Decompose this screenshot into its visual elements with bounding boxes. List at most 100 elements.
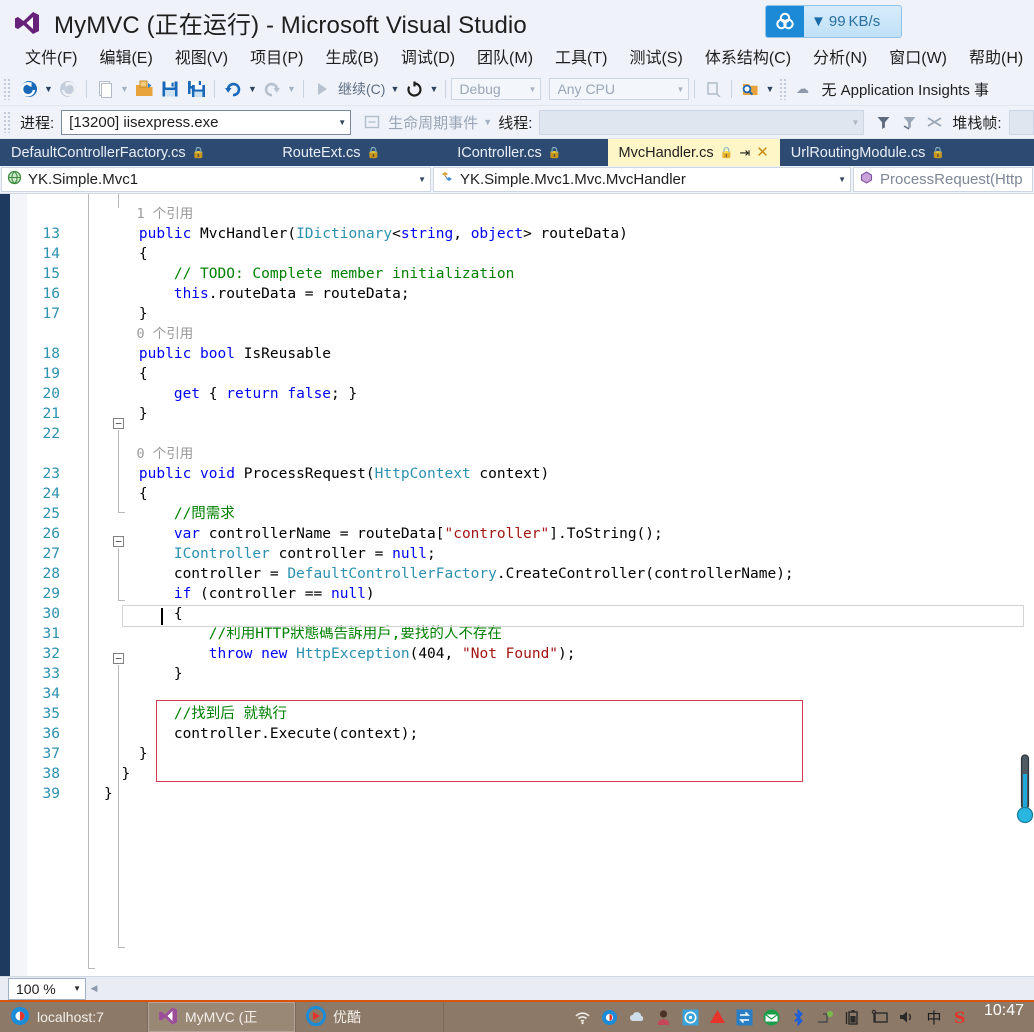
start-debug-icon[interactable] <box>309 77 335 101</box>
code-line[interactable]: 25 //問需求 <box>27 504 1034 524</box>
code-line[interactable]: 28 controller = DefaultControllerFactory… <box>27 564 1034 584</box>
code-line[interactable]: 37 } <box>27 744 1034 764</box>
horizontal-scrollbar[interactable] <box>102 978 1034 999</box>
mail-icon[interactable] <box>763 1008 781 1026</box>
taskbar-item-localhost[interactable]: localhost:7 <box>0 1002 148 1032</box>
menu-item-view[interactable]: 视图(V) <box>164 45 239 73</box>
code-line[interactable]: 18 public bool IsReusable <box>27 344 1034 364</box>
undo-icon[interactable] <box>220 77 246 101</box>
code-line[interactable]: 36 controller.Execute(context); <box>27 724 1034 744</box>
code-line[interactable]: 23 public void ProcessRequest(HttpContex… <box>27 464 1034 484</box>
codelens-reference-count[interactable]: 0 个引用 <box>104 326 194 342</box>
display-icon[interactable] <box>871 1008 889 1026</box>
code-editor[interactable]: 1 个引用 13 public MvcHandler(IDictionary<st… <box>0 194 1034 976</box>
expand-toolbar-icon[interactable]: ▼ <box>763 77 776 101</box>
code-line[interactable]: 26 var controllerName = routeData["contr… <box>27 524 1034 544</box>
scroll-left-icon[interactable]: ◀ <box>86 979 102 999</box>
process-combo[interactable]: [13200] iisexpress.exe ▼ <box>61 109 352 135</box>
tab-route-ext[interactable]: RouteExt.cs 🔒 <box>271 139 392 166</box>
editor-selection-margin[interactable] <box>10 194 27 976</box>
code-line[interactable]: 17 } <box>27 304 1034 324</box>
tab-icontroller[interactable]: IController.cs 🔒 <box>446 139 573 166</box>
pin-icon[interactable]: ⇥ <box>739 145 750 161</box>
code-line[interactable]: 20 get { return false; } <box>27 384 1034 404</box>
sync-icon[interactable] <box>736 1008 754 1026</box>
cloud-icon[interactable] <box>628 1008 646 1026</box>
save-icon[interactable] <box>157 77 183 101</box>
menu-item-analyze[interactable]: 分析(N) <box>802 45 878 73</box>
lifecycle-events-icon[interactable] <box>359 110 385 134</box>
toolbar-grip[interactable] <box>3 78 12 100</box>
menu-item-help[interactable]: 帮助(H) <box>958 45 1034 73</box>
network-speed-widget[interactable]: ▼ 99 KB/s <box>765 5 902 38</box>
type-selector-combo[interactable]: YK.Simple.Mvc1.Mvc.MvcHandler ▼ <box>433 167 851 192</box>
code-line[interactable]: 24 { <box>27 484 1034 504</box>
battery-icon[interactable] <box>844 1008 862 1026</box>
select-target-icon[interactable] <box>700 77 726 101</box>
volume-icon[interactable] <box>898 1008 916 1026</box>
find-in-files-icon[interactable] <box>737 77 763 101</box>
menu-item-test[interactable]: 测试(S) <box>618 45 693 73</box>
restart-dropdown[interactable]: ▼ <box>427 77 440 101</box>
code-line[interactable]: 19 { <box>27 364 1034 384</box>
zoom-level-combo[interactable]: 100 % ▼ <box>8 977 86 1000</box>
tab-mvc-handler[interactable]: MvcHandler.cs 🔒 ⇥ ✕ <box>607 139 780 166</box>
code-line[interactable]: 15 // TODO: Complete member initializati… <box>27 264 1034 284</box>
restart-icon[interactable] <box>401 77 427 101</box>
close-icon[interactable]: ✕ <box>756 145 769 160</box>
bluetooth-icon[interactable] <box>790 1008 808 1026</box>
redo-icon[interactable] <box>259 77 285 101</box>
code-line[interactable]: 16 this.routeData = routeData; <box>27 284 1034 304</box>
solution-configuration-combo[interactable]: Debug ▼ <box>451 78 542 100</box>
browser-tray-icon[interactable] <box>601 1008 619 1026</box>
code-line[interactable]: 14 { <box>27 244 1034 264</box>
code-line[interactable]: 29 if (controller == null) <box>27 584 1034 604</box>
lifecycle-events-label[interactable]: 生命周期事件 <box>385 112 481 133</box>
continue-button[interactable]: 继续(C) <box>335 79 388 99</box>
toolbar-grip-2[interactable] <box>779 78 789 100</box>
code-line[interactable]: 33 } <box>27 664 1034 684</box>
redo-dropdown[interactable]: ▼ <box>285 77 298 101</box>
code-line[interactable]: 27 IController controller = null; <box>27 544 1034 564</box>
new-item-dropdown[interactable]: ▼ <box>118 77 131 101</box>
code-line[interactable]: 13 public MvcHandler(IDictionary<string,… <box>27 224 1034 244</box>
project-selector-combo[interactable]: YK.Simple.Mvc1 ▼ <box>1 167 431 192</box>
code-line[interactable]: 34 <box>27 684 1034 704</box>
application-insights-icon[interactable]: ☁ <box>792 77 818 101</box>
clear-filter-icon[interactable] <box>896 110 922 134</box>
new-item-icon[interactable] <box>92 77 118 101</box>
code-line[interactable]: 31 //利用HTTP狀態碼告訴用戶,要找的人不存在 <box>27 624 1034 644</box>
menu-item-edit[interactable]: 编辑(E) <box>88 45 163 73</box>
codelens-reference-count[interactable]: 1 个引用 <box>104 206 194 222</box>
menu-item-debug[interactable]: 调试(D) <box>390 45 466 73</box>
code-line[interactable]: 32 throw new HttpException(404, "Not Fou… <box>27 644 1034 664</box>
taskbar-clock[interactable]: 10:47 <box>978 1002 1034 1032</box>
code-line[interactable]: 21 } <box>27 404 1034 424</box>
filter-icon[interactable] <box>870 110 896 134</box>
flatten-icon[interactable] <box>922 110 948 134</box>
menu-item-project[interactable]: 项目(P) <box>239 45 314 73</box>
menu-item-architecture[interactable]: 体系结构(C) <box>694 45 802 73</box>
codelens-reference-row[interactable]: 1 个引用 <box>27 204 1034 224</box>
code-line[interactable]: 39} <box>27 784 1034 804</box>
menu-item-window[interactable]: 窗口(W) <box>878 45 958 73</box>
code-line[interactable]: 22 <box>27 424 1034 444</box>
tab-url-routing-module[interactable]: UrlRoutingModule.cs 🔒 <box>779 139 957 166</box>
undo-dropdown[interactable]: ▼ <box>246 77 259 101</box>
outline-collapse-box-13[interactable]: − <box>113 418 124 429</box>
menu-item-file[interactable]: 文件(F) <box>14 45 88 73</box>
shield-icon[interactable] <box>682 1008 700 1026</box>
continue-dropdown[interactable]: ▼ <box>388 77 401 101</box>
code-line[interactable]: 35 //找到后 就執行 <box>27 704 1034 724</box>
lifecycle-dropdown[interactable]: ▼ <box>481 110 494 134</box>
solution-platform-combo[interactable]: Any CPU ▼ <box>549 78 690 100</box>
menu-item-tools[interactable]: 工具(T) <box>544 45 618 73</box>
navigate-back-icon[interactable] <box>16 77 42 101</box>
menu-item-team[interactable]: 团队(M) <box>466 45 544 73</box>
taskbar-item-mymvc[interactable]: MyMVC (正 <box>148 1002 296 1032</box>
outline-collapse-box-23[interactable]: − <box>113 653 124 664</box>
ime-icon[interactable]: 中 <box>925 1008 943 1027</box>
outline-collapse-box-18[interactable]: − <box>113 536 124 547</box>
sogou-icon[interactable]: S <box>952 1008 970 1026</box>
navigate-back-dropdown[interactable]: ▼ <box>42 77 55 101</box>
